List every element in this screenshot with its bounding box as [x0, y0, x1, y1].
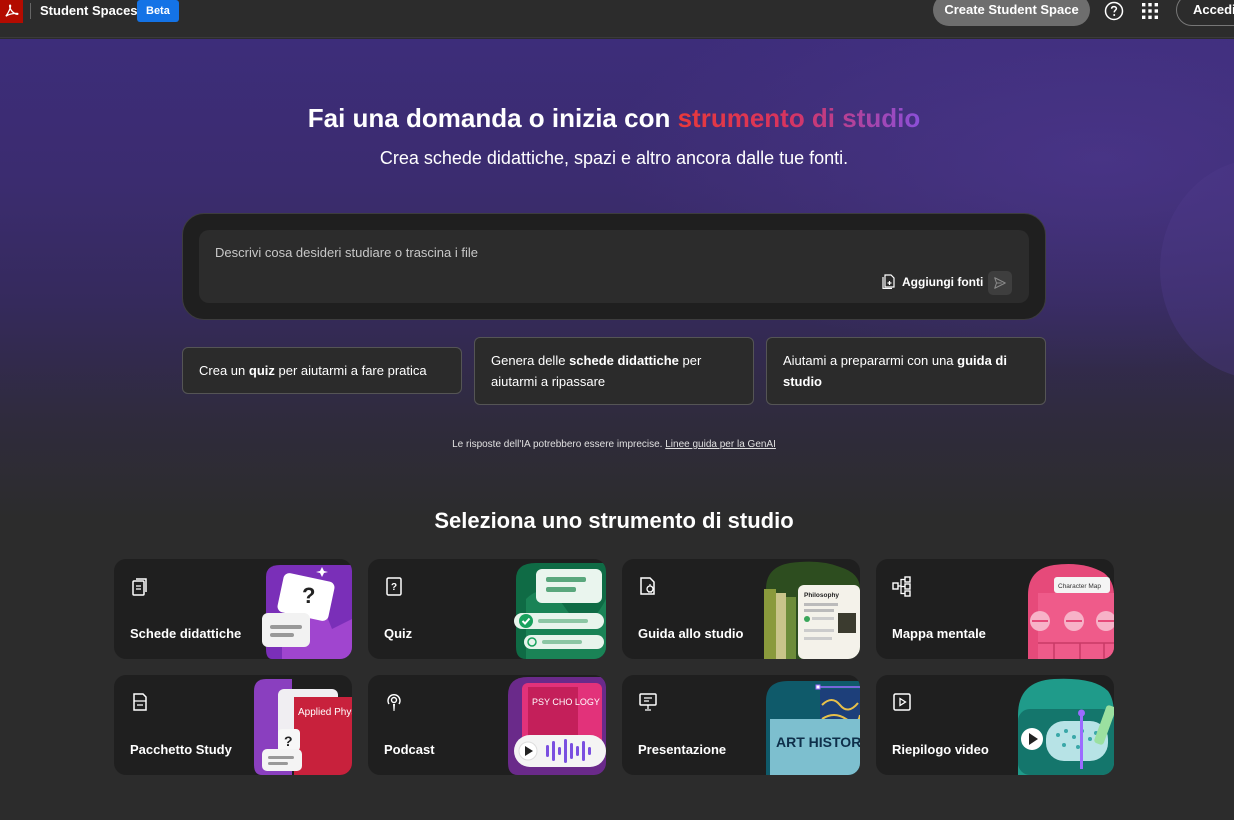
tool-label: Riepilogo video — [892, 742, 989, 757]
tools-section-title: Seleziona uno strumento di studio — [434, 508, 794, 533]
tool-card-video-summary[interactable]: Riepilogo video — [876, 675, 1114, 775]
disclaimer-text: Le risposte dell'IA potrebbero essere im… — [452, 439, 666, 450]
suggestion-study-guide[interactable]: Aiutami a prepararmi con una guida di st… — [766, 337, 1046, 405]
tool-card-flashcards[interactable]: Schede didattiche ? — [114, 559, 352, 659]
tool-label: Presentazione — [638, 742, 727, 757]
tool-card-podcast[interactable]: Podcast PSY CHO LOGY — [368, 675, 606, 775]
podcast-illustration: PSY CHO LOGY — [508, 677, 606, 775]
suggestion-text: Aiutami a prepararmi con una guida di st… — [783, 353, 1007, 389]
quiz-icon: ? — [386, 577, 402, 596]
adobe-acrobat-logo-icon[interactable] — [0, 0, 23, 23]
tool-label: Mappa mentale — [892, 626, 986, 641]
headline-accent: strumento di studio — [677, 103, 921, 133]
quiz-illustration — [514, 563, 606, 659]
headline-prefix: Fai una domanda o inizia con — [307, 103, 678, 133]
hero-decorative-shape — [1160, 159, 1234, 379]
mind-map-icon — [892, 576, 911, 597]
suggestion-text: Crea un quiz per aiutarmi a fare pratica — [199, 363, 427, 378]
suggestion-text: Genera delle schede didattiche per aiuta… — [491, 353, 702, 389]
genai-guidelines-link[interactable]: Linee guida per la GenAI — [665, 439, 776, 450]
study-guide-icon — [640, 577, 655, 595]
suggestion-flashcards[interactable]: Genera delle schede didattiche per aiuta… — [474, 337, 754, 405]
art-history-art-text: ART HISTORY — [776, 734, 860, 750]
tool-label: Podcast — [384, 742, 435, 757]
hero-headline: Fai una domanda o inizia con strumento d… — [0, 103, 1228, 134]
character-map-art-text: Character Map — [1058, 583, 1101, 590]
send-icon — [994, 277, 1006, 289]
tool-card-presentation[interactable]: Presentazione ART HISTORY — [622, 675, 860, 775]
video-summary-illustration — [1018, 678, 1114, 775]
tool-card-study-pack[interactable]: Pacchetto Study Applied Physics ? — [114, 675, 352, 775]
mind-map-illustration: Character Map — [1028, 564, 1114, 659]
suggestion-quiz[interactable]: Crea un quiz per aiutarmi a fare pratica — [182, 347, 462, 394]
sign-in-button[interactable]: Accedi — [1176, 0, 1234, 26]
video-summary-icon — [893, 693, 911, 711]
beta-badge: Beta — [137, 0, 179, 22]
add-file-icon — [881, 273, 897, 292]
tool-label: Schede didattiche — [130, 626, 242, 641]
tool-card-quiz[interactable]: ? Quiz — [368, 559, 606, 659]
podcast-icon — [387, 694, 401, 711]
create-student-space-button[interactable]: Create Student Space — [933, 0, 1090, 26]
ai-disclaimer: Le risposte dell'IA potrebbero essere im… — [0, 439, 1228, 450]
presentation-illustration: ART HISTORY — [766, 681, 860, 775]
tool-card-study-guide[interactable]: Guida allo studio Philosophy — [622, 559, 860, 659]
svg-text:?: ? — [302, 583, 315, 608]
app-grid-icon[interactable] — [1141, 2, 1159, 20]
send-button[interactable] — [988, 271, 1012, 295]
applied-physics-art-text: Applied Physics — [298, 707, 352, 718]
app-title[interactable]: Student Spaces — [40, 3, 138, 18]
header-divider — [30, 3, 31, 19]
tool-label: Pacchetto Study — [130, 742, 232, 757]
top-bar: Student Spaces Beta Create Student Space… — [0, 0, 1234, 38]
psychology-art-text: PSY CHO LOGY — [532, 697, 600, 707]
svg-text:?: ? — [284, 733, 293, 749]
add-sources-label: Aggiungi fonti — [902, 275, 984, 289]
study-pack-icon — [133, 693, 147, 711]
tool-label: Quiz — [384, 626, 413, 641]
prompt-box[interactable]: Aggiungi fonti — [199, 230, 1029, 303]
prompt-container: Aggiungi fonti — [182, 213, 1046, 320]
flashcards-illustration: ? — [262, 565, 352, 659]
study-prompt-input[interactable] — [215, 242, 815, 262]
study-guide-illustration: Philosophy — [764, 561, 860, 659]
philosophy-art-text: Philosophy — [804, 592, 839, 599]
hero-subheadline: Crea schede didattiche, spazi e altro an… — [379, 148, 849, 168]
presentation-icon — [639, 693, 657, 711]
tool-card-mind-map[interactable]: Mappa mentale Character Map — [876, 559, 1114, 659]
svg-text:?: ? — [391, 582, 397, 593]
study-pack-illustration: Applied Physics ? — [254, 679, 352, 775]
tool-label: Guida allo studio — [638, 626, 744, 641]
flashcards-icon — [132, 578, 147, 596]
help-circle-icon[interactable] — [1104, 1, 1124, 21]
add-sources-button[interactable]: Aggiungi fonti — [881, 273, 983, 291]
